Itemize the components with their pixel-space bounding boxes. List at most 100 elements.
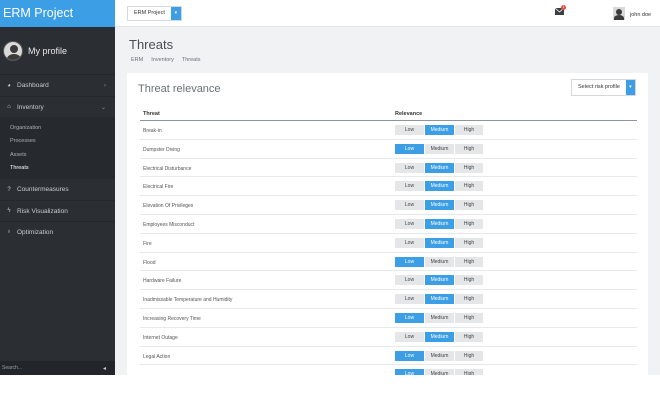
sidebar-footer: Search... ◂ [0, 361, 115, 375]
relevance-low-button[interactable]: Low [395, 200, 424, 211]
relevance-high-button[interactable]: High [455, 143, 483, 154]
relevance-medium-button[interactable]: Medium [425, 218, 454, 229]
threat-table: Threat Relevance Break-in Low Medium High Du… [140, 107, 637, 375]
relevance-medium-button[interactable]: Medium [425, 162, 454, 173]
bolt-icon: ϟ [7, 208, 11, 214]
sidebar-item-label: Inventory [17, 103, 44, 111]
relevance-medium-button[interactable]: Medium [425, 181, 454, 192]
threat-name: Elevation Of Privileges [143, 203, 194, 210]
relevance-medium-button[interactable]: Medium [425, 256, 454, 267]
column-header-threat: Threat [143, 110, 160, 117]
sidebar-item-dashboard[interactable]: ◕ Dashboard › [0, 75, 115, 96]
breadcrumb-item[interactable]: ERM [131, 57, 143, 63]
chevron-down-icon[interactable]: ▾ [625, 80, 635, 95]
lightbulb-icon: ♁ [6, 229, 12, 235]
sidebar-item-optimization[interactable]: ♁ Optimization [0, 221, 115, 242]
relevance-high-button[interactable]: High [455, 162, 483, 173]
relevance-medium-button[interactable]: Medium [425, 369, 454, 375]
relevance-toggle: Low Medium High [395, 275, 484, 286]
sidebar-subitem-organization[interactable]: Organization [0, 121, 115, 135]
sidebar-subitem-processes[interactable]: Processes [0, 135, 115, 149]
relevance-toggle: Low Medium High [395, 369, 484, 375]
sidebar-item-label: Countermeasures [17, 186, 69, 193]
chevron-down-icon[interactable]: ▾ [170, 7, 181, 20]
home-icon: ⌂ [7, 104, 11, 110]
threat-name: Electrical Disturbance [143, 165, 192, 172]
relevance-low-button[interactable]: Low [395, 162, 424, 173]
relevance-high-button[interactable]: High [455, 125, 483, 135]
relevance-medium-button[interactable]: Medium [425, 125, 454, 135]
relevance-high-button[interactable]: High [455, 294, 483, 305]
sidebar-item-label: Dashboard [17, 82, 49, 89]
dashboard-icon: ◕ [7, 82, 11, 89]
brand-logo[interactable]: ERM Project [0, 0, 115, 27]
relevance-toggle: Low Medium High [395, 294, 484, 305]
relevance-medium-button[interactable]: Medium [425, 237, 454, 248]
relevance-medium-button[interactable]: Medium [425, 350, 454, 361]
relevance-toggle: Low Medium High [395, 256, 484, 267]
relevance-low-button[interactable]: Low [395, 181, 424, 192]
relevance-medium-button[interactable]: Medium [425, 200, 454, 211]
table-row: Employees Misconduct Low Medium High [140, 215, 637, 234]
sidebar-search-input[interactable]: Search... [2, 365, 22, 371]
threat-name: Inadmissable Temperature and Humidity [143, 297, 233, 304]
table-row: Legal Action Low Medium High [140, 347, 637, 366]
relevance-low-button[interactable]: Low [395, 275, 424, 286]
user-name[interactable]: john doe [630, 12, 651, 18]
relevance-high-button[interactable]: High [455, 275, 483, 286]
chevron-down-icon: ⌄ [100, 104, 106, 111]
relevance-medium-button[interactable]: Medium [425, 143, 454, 154]
relevance-high-button[interactable]: High [455, 369, 483, 375]
sidebar-subitem-assets[interactable]: Assets [0, 148, 115, 162]
sidebar-item-inventory[interactable]: ⌂ Inventory ⌄ [0, 96, 115, 117]
relevance-medium-button[interactable]: Medium [425, 275, 454, 286]
relevance-low-button[interactable]: Low [395, 350, 424, 361]
relevance-low-button[interactable]: Low [395, 331, 424, 342]
threat-name: Dumpster Diving [143, 146, 180, 153]
project-select[interactable]: ERM Project ▾ [127, 6, 182, 21]
threat-name: Internet Outage [143, 334, 178, 341]
table-row: Increasing Recovery Time Low Medium High [140, 309, 637, 328]
threat-name: Increasing Recovery Time [143, 315, 201, 322]
risk-profile-select[interactable]: Select risk profile ▾ [571, 79, 636, 96]
relevance-toggle: Low Medium High [395, 143, 484, 154]
breadcrumb-item[interactable]: Inventory [151, 57, 174, 63]
relevance-high-button[interactable]: High [455, 218, 483, 229]
relevance-high-button[interactable]: High [455, 350, 483, 361]
table-row: Flood Low Medium High [140, 253, 637, 272]
question-icon: ? [7, 186, 11, 193]
collapse-sidebar-icon[interactable]: ◂ [103, 365, 106, 372]
relevance-high-button[interactable]: High [455, 312, 483, 323]
relevance-low-button[interactable]: Low [395, 256, 424, 267]
relevance-high-button[interactable]: High [455, 237, 483, 248]
relevance-low-button[interactable]: Low [395, 369, 424, 375]
relevance-high-button[interactable]: High [455, 200, 483, 211]
relevance-toggle: Low Medium High [395, 162, 484, 173]
sidebar-item-risk-visualization[interactable]: ϟ Risk Visualization [0, 200, 115, 221]
relevance-low-button[interactable]: Low [395, 237, 424, 248]
relevance-high-button[interactable]: High [455, 331, 483, 342]
relevance-low-button[interactable]: Low [395, 143, 424, 154]
profile-link[interactable]: My profile [0, 27, 115, 75]
relevance-medium-button[interactable]: Medium [425, 294, 454, 305]
relevance-low-button[interactable]: Low [395, 294, 424, 305]
mail-count-badge: 1 [561, 5, 566, 10]
threat-name: Flood [143, 259, 156, 266]
relevance-medium-button[interactable]: Medium [425, 331, 454, 342]
relevance-low-button[interactable]: Low [395, 312, 424, 323]
chevron-right-icon: › [104, 82, 106, 89]
sidebar-item-countermeasures[interactable]: ? Countermeasures [0, 179, 115, 200]
relevance-toggle: Low Medium High [395, 237, 484, 248]
relevance-medium-button[interactable]: Medium [425, 312, 454, 323]
relevance-low-button[interactable]: Low [395, 218, 424, 229]
relevance-high-button[interactable]: High [455, 181, 483, 192]
threat-name: Break-in [143, 128, 162, 134]
relevance-high-button[interactable]: High [455, 256, 483, 267]
table-row: Elevation Of Privileges Low Medium High [140, 196, 637, 215]
avatar [3, 40, 23, 61]
risk-profile-select-value: Select risk profile [578, 84, 620, 90]
sidebar-subitem-threats[interactable]: Threats [0, 162, 115, 176]
user-avatar[interactable] [613, 7, 625, 20]
table-row: Low Medium High [140, 365, 637, 375]
relevance-low-button[interactable]: Low [395, 125, 424, 135]
